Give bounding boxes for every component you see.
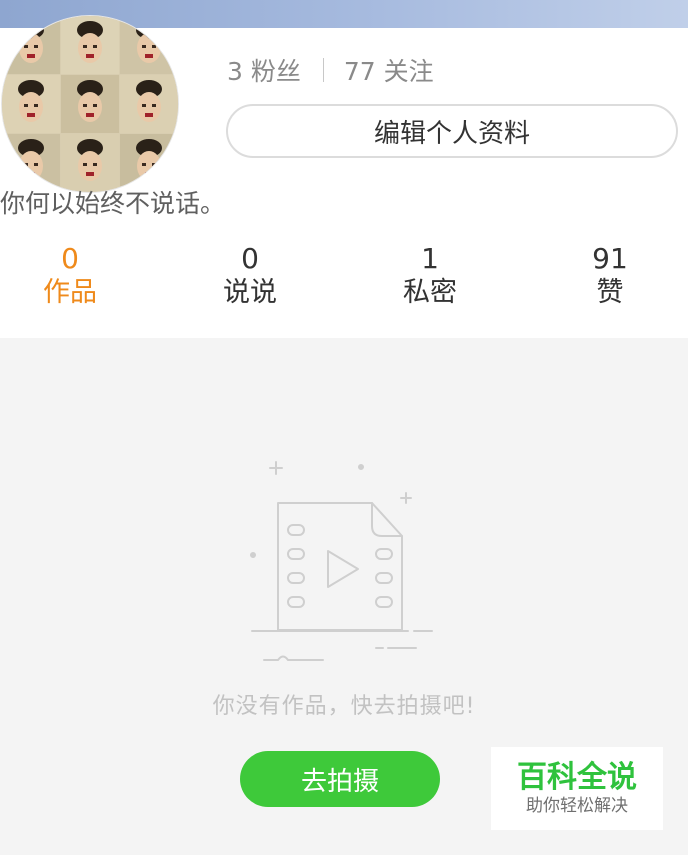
tab-private[interactable]: 1 私密 [370, 242, 490, 310]
tab-works-count: 0 [61, 242, 79, 275]
tab-likes-count: 91 [592, 242, 628, 275]
stats-divider [322, 58, 324, 82]
follow-stats: 3 粉丝 77 关注 [227, 52, 434, 88]
profile-bio: 你何以始终不说话。 [0, 189, 226, 218]
tab-works[interactable]: 0 作品 [10, 242, 130, 310]
tab-private-label: 私密 [403, 277, 457, 308]
fans-count: 3 [227, 57, 243, 86]
watermark-subtitle: 助你轻松解决 [526, 796, 628, 816]
following-label: 关注 [383, 57, 434, 86]
following-count: 77 [343, 57, 376, 86]
empty-state-message: 你没有作品，快去拍摄吧! [212, 694, 476, 719]
tab-posts-count: 0 [241, 242, 259, 275]
fans-label: 粉丝 [250, 57, 301, 86]
video-file-icon [248, 458, 438, 668]
profile-tabs: 0 作品 0 说说 1 私密 91 赞 [0, 242, 688, 322]
watermark-title: 百科全说 [517, 760, 637, 795]
avatar-image [2, 16, 178, 192]
tab-works-label: 作品 [43, 277, 97, 308]
following-stat[interactable]: 77 关注 [344, 52, 434, 88]
tab-likes-label: 赞 [596, 277, 624, 308]
profile-panel: 3 粉丝 77 关注 编辑个人资料 你何以始终不说话。 0 作品 0 说说 1 … [0, 16, 688, 338]
tab-likes[interactable]: 91 赞 [550, 242, 670, 310]
edit-profile-button[interactable]: 编辑个人资料 [226, 104, 678, 158]
watermark-logo: 百科全说 助你轻松解决 [491, 747, 663, 830]
fans-stat[interactable]: 3 粉丝 [227, 52, 301, 88]
tab-private-count: 1 [421, 242, 439, 275]
tab-posts[interactable]: 0 说说 [190, 242, 310, 310]
avatar[interactable] [2, 16, 178, 192]
go-shoot-button[interactable]: 去拍摄 [240, 751, 440, 807]
tab-posts-label: 说说 [223, 277, 277, 308]
